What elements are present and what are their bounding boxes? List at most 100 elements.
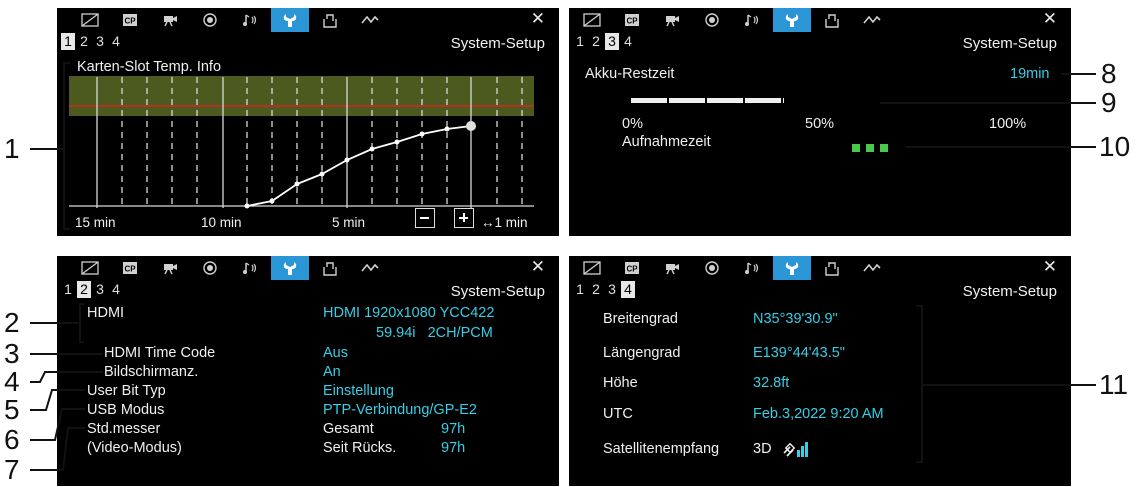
battery-remaining-label: Akku-Restzeit — [585, 66, 675, 82]
usb-mode-value: PTP-Verbindung/GP-E2 — [323, 402, 477, 418]
latitude-label: Breitengrad — [603, 311, 678, 327]
tab-assist-icon[interactable] — [191, 256, 229, 280]
x-label-10: 10 min — [201, 215, 242, 230]
recording-indicator — [852, 139, 888, 157]
zoom-out-button[interactable] — [415, 208, 435, 228]
tab-recording-icon[interactable] — [653, 8, 691, 32]
page-3[interactable]: 3 — [605, 281, 619, 298]
utc-value: Feb.3,2022 9:20 AM — [753, 406, 884, 422]
temperature-warning-band — [69, 76, 534, 116]
tab-my-menu-icon[interactable] — [813, 8, 851, 32]
scale-100-percent: 100% — [989, 116, 1027, 132]
total-hours-value: 97h — [441, 421, 466, 437]
panel-output-info: CP ✕ 1 2 3 4 System-Setup HDMI HDMI 1920… — [57, 256, 559, 486]
total-hours-label: Gesamt — [323, 421, 374, 437]
tab-camera-icon[interactable] — [573, 8, 611, 32]
page-indicator: 1 2 3 4 — [573, 281, 635, 299]
panel-temperature-info: CP ✕ 1 2 3 4 System-Setup Karten-Slot Te… — [57, 8, 559, 236]
page-1[interactable]: 1 — [573, 281, 587, 298]
hdmi-format-value: 59.94i 2CH/PCM — [376, 325, 493, 341]
scale-0-percent: 0% — [622, 116, 643, 132]
svg-text:CP: CP — [626, 17, 638, 26]
callout-1: 1 — [4, 133, 20, 164]
satellite-mode-value: 3D — [753, 441, 772, 457]
display-label: Bildschirmanz. — [104, 364, 199, 380]
tab-system-setup-icon[interactable] — [773, 256, 811, 280]
tab-assist-icon[interactable] — [693, 8, 731, 32]
temperature-chart — [69, 76, 534, 209]
tab-system-setup-icon[interactable] — [773, 8, 811, 32]
tab-audio-icon[interactable] — [733, 8, 771, 32]
tab-camera-icon[interactable] — [71, 256, 109, 280]
battery-level-fill — [631, 98, 784, 103]
page-indicator: 1 2 3 4 — [61, 281, 123, 299]
menu-tab-bar: CP ✕ — [569, 8, 1071, 32]
page-3[interactable]: 3 — [605, 33, 619, 50]
page-2[interactable]: 2 — [589, 33, 603, 50]
callout-4: 4 — [4, 366, 20, 397]
callout-5: 5 — [4, 394, 20, 425]
close-icon[interactable]: ✕ — [1043, 9, 1057, 29]
satellite-signal-icon — [783, 442, 808, 457]
tab-camera-icon[interactable] — [573, 256, 611, 280]
battery-remaining-value: 19min — [1010, 66, 1050, 82]
callout-11: 11 — [1099, 369, 1129, 400]
hdmi-output-value: HDMI 1920x1080 YCC422 — [323, 305, 495, 321]
menu-tab-bar: CP ✕ — [57, 256, 559, 280]
tab-assist-icon[interactable] — [693, 256, 731, 280]
display-value: An — [323, 364, 341, 380]
latitude-value: N35°39'30.9" — [753, 311, 838, 327]
utc-label: UTC — [603, 406, 633, 422]
page-1[interactable]: 1 — [61, 281, 75, 298]
recording-time-label: Aufnahmezeit — [622, 134, 711, 150]
callout-10: 10 — [1099, 131, 1131, 162]
zoom-in-button[interactable] — [454, 208, 474, 228]
longitude-value: E139°44'43.5" — [753, 345, 845, 361]
user-bit-type-label: User Bit Typ — [87, 383, 166, 399]
hdmi-time-code-value: Aus — [323, 345, 348, 361]
tab-audio-icon[interactable] — [733, 256, 771, 280]
tab-audio-icon[interactable] — [231, 256, 269, 280]
callout-2: 2 — [4, 307, 20, 338]
page-4[interactable]: 4 — [621, 281, 635, 298]
tab-trend-icon[interactable] — [853, 8, 891, 32]
temperature-line — [246, 125, 472, 207]
interval-label: ↔1 min — [481, 215, 528, 230]
since-reset-label: Seit Rücks. — [323, 440, 397, 456]
altitude-label: Höhe — [603, 375, 638, 391]
tab-custom-picture-icon[interactable]: CP — [111, 256, 149, 280]
tab-my-menu-icon[interactable] — [813, 256, 851, 280]
hour-meter-sublabel: (Video-Modus) — [87, 440, 182, 456]
svg-text:CP: CP — [626, 265, 638, 274]
tab-custom-picture-icon[interactable]: CP — [613, 256, 651, 280]
svg-text:CP: CP — [124, 265, 136, 274]
tab-system-setup-icon[interactable] — [271, 256, 309, 280]
longitude-label: Längengrad — [603, 345, 681, 361]
page-2[interactable]: 2 — [589, 281, 603, 298]
tab-recording-icon[interactable] — [151, 256, 189, 280]
tab-custom-picture-icon[interactable]: CP — [613, 8, 651, 32]
tab-trend-icon[interactable] — [853, 256, 891, 280]
tab-recording-icon[interactable] — [653, 256, 691, 280]
close-icon[interactable]: ✕ — [531, 257, 545, 277]
page-4[interactable]: 4 — [109, 281, 123, 298]
x-label-15: 15 min — [75, 215, 116, 230]
page-title: System-Setup — [450, 283, 545, 300]
page-2[interactable]: 2 — [77, 281, 91, 298]
hour-meter-label: Std.messer — [87, 421, 161, 437]
close-icon[interactable]: ✕ — [1043, 257, 1057, 277]
page-3[interactable]: 3 — [93, 281, 107, 298]
page-1[interactable]: 1 — [573, 33, 587, 50]
x-label-5: 5 min — [332, 215, 366, 230]
menu-tab-bar: CP ✕ — [569, 256, 1071, 280]
callout-8: 8 — [1101, 58, 1117, 89]
page-title: System-Setup — [962, 35, 1057, 52]
page-4[interactable]: 4 — [621, 33, 635, 50]
since-reset-value: 97h — [441, 440, 466, 456]
callout-6: 6 — [4, 424, 20, 455]
hdmi-label: HDMI — [87, 305, 125, 321]
hdmi-time-code-label: HDMI Time Code — [104, 345, 216, 361]
tab-trend-icon[interactable] — [351, 256, 389, 280]
tab-my-menu-icon[interactable] — [311, 256, 349, 280]
callout-3: 3 — [4, 338, 20, 369]
